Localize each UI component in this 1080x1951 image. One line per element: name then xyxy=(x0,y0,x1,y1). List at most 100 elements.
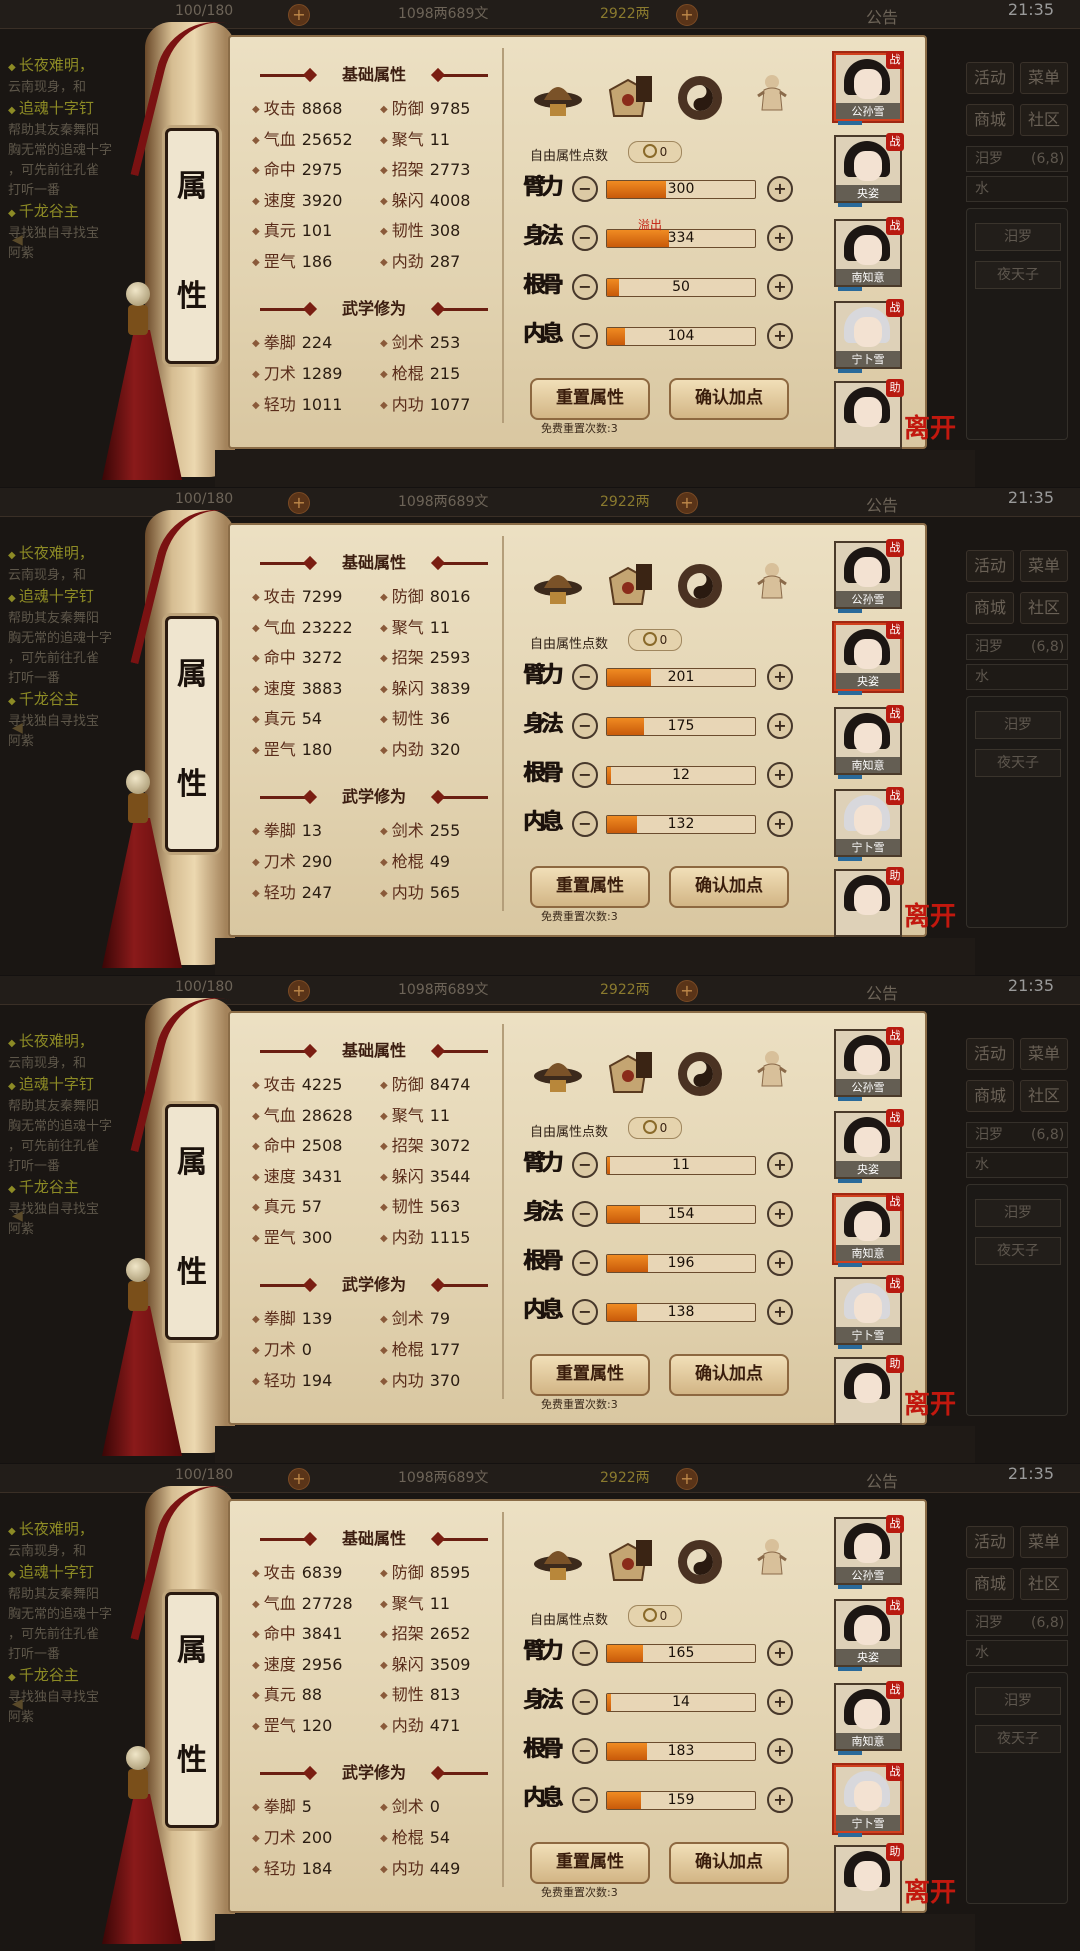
add-stamina-button[interactable]: + xyxy=(288,1468,310,1490)
increase-button[interactable]: + xyxy=(767,176,793,202)
leave-button[interactable]: 离开 xyxy=(904,1384,956,1421)
add-stamina-button[interactable]: + xyxy=(288,980,310,1002)
character-portrait[interactable]: 南知意 战 xyxy=(834,217,904,291)
character-portrait[interactable]: 宁卜雪 战 xyxy=(834,299,904,373)
menu-button[interactable]: 商城 xyxy=(966,1080,1014,1112)
meridian-figure-icon[interactable] xyxy=(742,558,798,614)
straw-hat-icon[interactable] xyxy=(530,1534,586,1590)
confirm-points-button[interactable]: 确认加点 xyxy=(669,1842,789,1884)
increase-button[interactable]: + xyxy=(767,323,793,349)
character-portrait[interactable]: 公孙雪 战 xyxy=(834,1027,904,1101)
add-stamina-button[interactable]: + xyxy=(288,4,310,26)
yin-yang-icon[interactable] xyxy=(672,558,728,614)
menu-button[interactable]: 菜单 xyxy=(1020,1038,1068,1070)
increase-button[interactable]: + xyxy=(767,1640,793,1666)
leave-button[interactable]: 离开 xyxy=(904,1872,956,1909)
meridian-figure-icon[interactable] xyxy=(742,1534,798,1590)
character-portrait[interactable]: 央姿 战 xyxy=(834,1597,904,1671)
menu-button[interactable]: 菜单 xyxy=(1020,62,1068,94)
quest-title[interactable]: 追魂十字钉 xyxy=(0,586,150,609)
increase-button[interactable]: + xyxy=(767,1787,793,1813)
quest-title[interactable]: 追魂十字钉 xyxy=(0,98,150,121)
character-portrait[interactable]: 央姿 战 xyxy=(834,621,904,695)
leave-button[interactable]: 离开 xyxy=(904,408,956,445)
menu-button[interactable]: 商城 xyxy=(966,592,1014,624)
straw-hat-icon[interactable] xyxy=(530,70,586,126)
menu-button[interactable]: 商城 xyxy=(966,1568,1014,1600)
decrease-button[interactable]: − xyxy=(572,274,598,300)
reset-attributes-button[interactable]: 重置属性 xyxy=(530,1354,650,1396)
add-gold-button[interactable]: + xyxy=(676,980,698,1002)
decrease-button[interactable]: − xyxy=(572,225,598,251)
quest-title[interactable]: 千龙谷主 xyxy=(0,1177,150,1200)
armor-icon[interactable] xyxy=(600,558,656,614)
add-gold-button[interactable]: + xyxy=(676,1468,698,1490)
menu-button[interactable]: 社区 xyxy=(1020,104,1068,136)
collapse-arrow-icon[interactable]: ◀ xyxy=(12,720,23,736)
reset-attributes-button[interactable]: 重置属性 xyxy=(530,378,650,420)
quest-title[interactable]: 长夜难明， xyxy=(0,543,150,566)
leave-button[interactable]: 离开 xyxy=(904,896,956,933)
notice-button[interactable]: 公告 xyxy=(866,492,898,516)
collapse-arrow-icon[interactable]: ◀ xyxy=(12,1208,23,1224)
character-portrait[interactable]: 助 xyxy=(834,1843,904,1913)
meridian-figure-icon[interactable] xyxy=(742,1046,798,1102)
nearby-item[interactable]: 汨罗 xyxy=(975,1687,1061,1715)
meridian-figure-icon[interactable] xyxy=(742,70,798,126)
menu-button[interactable]: 活动 xyxy=(966,1526,1014,1558)
yin-yang-icon[interactable] xyxy=(672,1046,728,1102)
armor-icon[interactable] xyxy=(600,1046,656,1102)
character-portrait[interactable]: 央姿 战 xyxy=(834,133,904,207)
increase-button[interactable]: + xyxy=(767,1689,793,1715)
notice-button[interactable]: 公告 xyxy=(866,1468,898,1492)
character-portrait[interactable]: 宁卜雪 战 xyxy=(834,787,904,861)
increase-button[interactable]: + xyxy=(767,713,793,739)
yin-yang-icon[interactable] xyxy=(672,70,728,126)
decrease-button[interactable]: − xyxy=(572,1152,598,1178)
quest-title[interactable]: 千龙谷主 xyxy=(0,689,150,712)
add-gold-button[interactable]: + xyxy=(676,4,698,26)
decrease-button[interactable]: − xyxy=(572,1250,598,1276)
increase-button[interactable]: + xyxy=(767,664,793,690)
decrease-button[interactable]: − xyxy=(572,1299,598,1325)
character-portrait[interactable]: 南知意 战 xyxy=(834,1193,904,1267)
confirm-points-button[interactable]: 确认加点 xyxy=(669,378,789,420)
character-portrait[interactable]: 宁卜雪 战 xyxy=(834,1275,904,1349)
decrease-button[interactable]: − xyxy=(572,1201,598,1227)
character-portrait[interactable]: 公孙雪 战 xyxy=(834,1515,904,1589)
increase-button[interactable]: + xyxy=(767,762,793,788)
nearby-item[interactable]: 汨罗 xyxy=(975,711,1061,739)
reset-attributes-button[interactable]: 重置属性 xyxy=(530,866,650,908)
character-portrait[interactable]: 央姿 战 xyxy=(834,1109,904,1183)
decrease-button[interactable]: − xyxy=(572,1689,598,1715)
menu-button[interactable]: 社区 xyxy=(1020,1080,1068,1112)
nearby-item[interactable]: 夜天子 xyxy=(975,749,1061,777)
decrease-button[interactable]: − xyxy=(572,664,598,690)
menu-button[interactable]: 社区 xyxy=(1020,592,1068,624)
quest-title[interactable]: 长夜难明， xyxy=(0,1031,150,1054)
character-portrait[interactable]: 宁卜雪 战 xyxy=(834,1763,904,1837)
increase-button[interactable]: + xyxy=(767,1299,793,1325)
nearby-item[interactable]: 夜天子 xyxy=(975,261,1061,289)
decrease-button[interactable]: − xyxy=(572,176,598,202)
character-portrait[interactable]: 公孙雪 战 xyxy=(834,539,904,613)
quest-title[interactable]: 长夜难明， xyxy=(0,55,150,78)
reset-attributes-button[interactable]: 重置属性 xyxy=(530,1842,650,1884)
armor-icon[interactable] xyxy=(600,70,656,126)
decrease-button[interactable]: − xyxy=(572,713,598,739)
increase-button[interactable]: + xyxy=(767,1152,793,1178)
confirm-points-button[interactable]: 确认加点 xyxy=(669,866,789,908)
character-portrait[interactable]: 南知意 战 xyxy=(834,705,904,779)
increase-button[interactable]: + xyxy=(767,1738,793,1764)
nearby-item[interactable]: 夜天子 xyxy=(975,1237,1061,1265)
collapse-arrow-icon[interactable]: ◀ xyxy=(12,1696,23,1712)
character-portrait[interactable]: 助 xyxy=(834,867,904,937)
quest-title[interactable]: 追魂十字钉 xyxy=(0,1074,150,1097)
decrease-button[interactable]: − xyxy=(572,1640,598,1666)
menu-button[interactable]: 活动 xyxy=(966,550,1014,582)
collapse-arrow-icon[interactable]: ◀ xyxy=(12,232,23,248)
notice-button[interactable]: 公告 xyxy=(866,980,898,1004)
quest-title[interactable]: 长夜难明， xyxy=(0,1519,150,1542)
nearby-item[interactable]: 汨罗 xyxy=(975,223,1061,251)
menu-button[interactable]: 商城 xyxy=(966,104,1014,136)
